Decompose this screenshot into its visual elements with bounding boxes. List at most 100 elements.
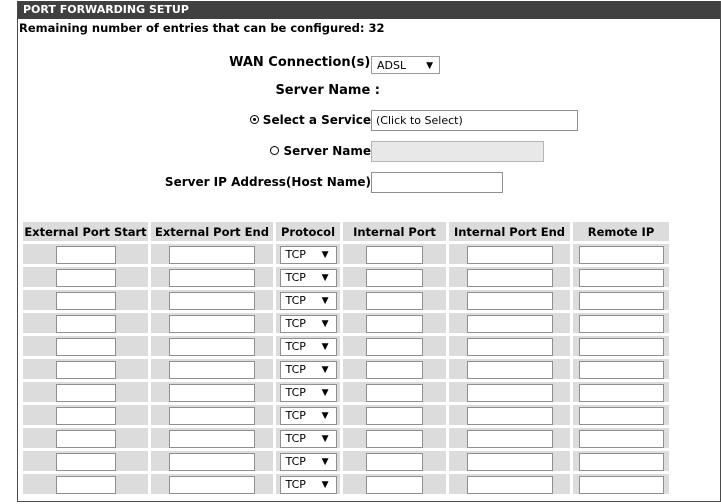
internal-port-input[interactable]	[366, 383, 423, 402]
protocol-select[interactable]: TCP ▼	[279, 475, 337, 494]
remote-ip-input[interactable]	[578, 383, 664, 402]
internal-port-end-input[interactable]	[466, 452, 553, 471]
internal-port-end-input[interactable]	[466, 337, 553, 356]
external-port-start-input[interactable]	[55, 452, 116, 471]
table-cell	[151, 313, 273, 333]
table-cell	[449, 244, 570, 264]
external-port-start-input[interactable]	[55, 291, 116, 310]
server-name-input[interactable]	[371, 141, 544, 162]
select-service-label-wrap[interactable]: Select a Service :	[249, 113, 380, 127]
protocol-value: TCP	[285, 431, 306, 445]
remote-ip-input[interactable]	[578, 245, 664, 264]
table-cell	[573, 451, 669, 471]
protocol-select[interactable]: TCP ▼	[279, 291, 337, 310]
table-cell	[573, 267, 669, 287]
remote-ip-input[interactable]	[578, 429, 664, 448]
table-cell	[23, 359, 148, 379]
protocol-select[interactable]: TCP ▼	[279, 337, 337, 356]
external-port-start-input[interactable]	[55, 360, 116, 379]
protocol-value: TCP	[285, 408, 306, 422]
external-port-end-input[interactable]	[169, 314, 255, 333]
remote-ip-input[interactable]	[578, 360, 664, 379]
remote-ip-input[interactable]	[578, 314, 664, 333]
table-cell	[23, 451, 148, 471]
table-cell	[23, 405, 148, 425]
table-cell	[23, 290, 148, 310]
external-port-start-input[interactable]	[55, 245, 116, 264]
protocol-select[interactable]: TCP ▼	[279, 314, 337, 333]
internal-port-input[interactable]	[366, 360, 423, 379]
external-port-end-input[interactable]	[169, 475, 255, 494]
table-cell: TCP ▼	[276, 382, 340, 402]
internal-port-input[interactable]	[366, 475, 423, 494]
internal-port-end-input[interactable]	[466, 360, 553, 379]
external-port-end-input[interactable]	[169, 452, 255, 471]
server-name-radio[interactable]	[270, 146, 280, 155]
internal-port-input[interactable]	[366, 337, 423, 356]
internal-port-input[interactable]	[366, 291, 423, 310]
internal-port-input[interactable]	[366, 406, 423, 425]
remote-ip-input[interactable]	[578, 337, 664, 356]
internal-port-end-input[interactable]	[466, 383, 553, 402]
panel-title: PORT FORWARDING SETUP	[18, 1, 720, 19]
internal-port-input[interactable]	[366, 268, 423, 287]
external-port-end-input[interactable]	[169, 268, 255, 287]
internal-port-input[interactable]	[366, 429, 423, 448]
internal-port-end-input[interactable]	[466, 406, 553, 425]
external-port-end-input[interactable]	[169, 429, 255, 448]
chevron-down-icon: ▼	[321, 318, 329, 329]
external-port-start-input[interactable]	[55, 314, 116, 333]
protocol-select[interactable]: TCP ▼	[279, 429, 337, 448]
table-cell: TCP ▼	[276, 428, 340, 448]
wan-connection-label: WAN Connection(s) :	[229, 55, 380, 70]
protocol-select[interactable]: TCP ▼	[279, 383, 337, 402]
internal-port-end-input[interactable]	[466, 291, 553, 310]
external-port-end-input[interactable]	[169, 337, 255, 356]
internal-port-input[interactable]	[366, 452, 423, 471]
external-port-start-input[interactable]	[55, 429, 116, 448]
select-service-radio[interactable]	[249, 115, 259, 124]
server-name-label-wrap[interactable]: Server Name :	[270, 144, 380, 158]
protocol-select[interactable]: TCP ▼	[279, 268, 337, 287]
chevron-down-icon: ▼	[321, 364, 329, 375]
internal-port-end-input[interactable]	[466, 268, 553, 287]
table-cell	[23, 428, 148, 448]
internal-port-input[interactable]	[366, 245, 423, 264]
remote-ip-input[interactable]	[578, 475, 664, 494]
external-port-start-input[interactable]	[55, 268, 116, 287]
protocol-select[interactable]: TCP ▼	[279, 245, 337, 264]
table-cell	[343, 382, 446, 402]
protocol-select[interactable]: TCP ▼	[279, 360, 337, 379]
protocol-select[interactable]: TCP ▼	[279, 452, 337, 471]
server-ip-input[interactable]	[371, 172, 503, 193]
external-port-start-input[interactable]	[55, 406, 116, 425]
table-cell: TCP ▼	[276, 267, 340, 287]
external-port-end-input[interactable]	[169, 383, 255, 402]
remote-ip-input[interactable]	[578, 406, 664, 425]
internal-port-end-input[interactable]	[466, 314, 553, 333]
external-port-end-input[interactable]	[169, 245, 255, 264]
table-cell	[449, 451, 570, 471]
select-service-input[interactable]: (Click to Select)	[371, 110, 578, 131]
table-row: TCP ▼	[23, 428, 669, 448]
internal-port-end-input[interactable]	[466, 475, 553, 494]
column-header: Internal Port End	[449, 222, 570, 241]
external-port-end-input[interactable]	[169, 291, 255, 310]
protocol-value: TCP	[285, 316, 306, 330]
protocol-select[interactable]: TCP ▼	[279, 406, 337, 425]
remote-ip-input[interactable]	[578, 291, 664, 310]
external-port-end-input[interactable]	[169, 406, 255, 425]
table-cell	[449, 405, 570, 425]
internal-port-input[interactable]	[366, 314, 423, 333]
remote-ip-input[interactable]	[578, 268, 664, 287]
external-port-start-input[interactable]	[55, 337, 116, 356]
table-cell	[343, 313, 446, 333]
external-port-start-input[interactable]	[55, 383, 116, 402]
external-port-start-input[interactable]	[55, 475, 116, 494]
internal-port-end-input[interactable]	[466, 429, 553, 448]
internal-port-end-input[interactable]	[466, 245, 553, 264]
remote-ip-input[interactable]	[578, 452, 664, 471]
external-port-end-input[interactable]	[169, 360, 255, 379]
port-forwarding-panel: PORT FORWARDING SETUP Remaining number o…	[17, 1, 721, 502]
wan-connection-select[interactable]: ADSL ▼	[371, 56, 440, 74]
